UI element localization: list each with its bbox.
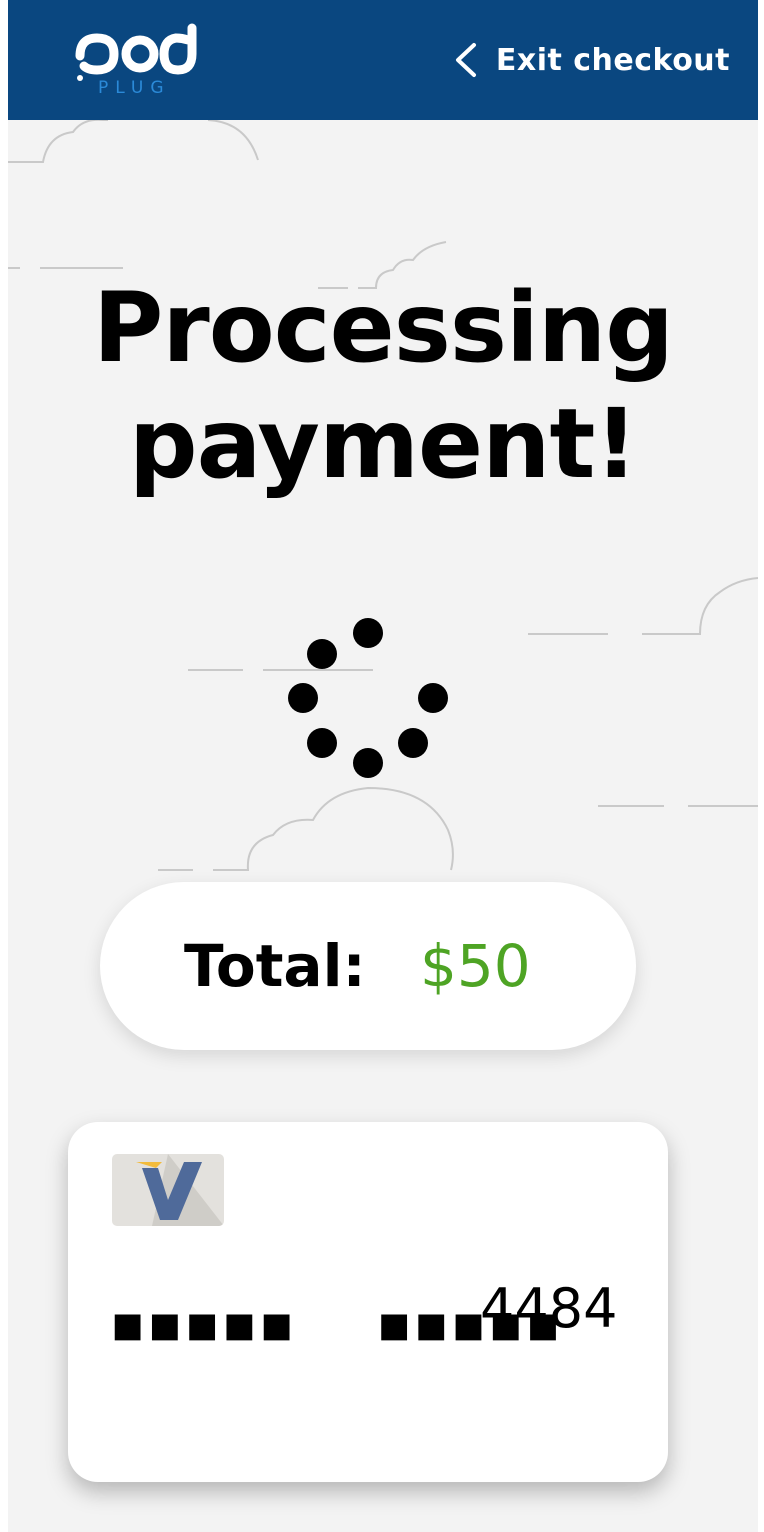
visa-card-icon — [112, 1154, 224, 1226]
total-amount: $50 — [420, 932, 531, 1000]
total-summary: Total: $50 — [100, 882, 636, 1050]
card-last-four: 4484 — [480, 1277, 618, 1340]
masked-digits-group-1: ▪▪▪▪▪ — [110, 1294, 297, 1354]
page-title: Processing payment! — [8, 270, 758, 502]
payment-card: ▪▪▪▪▪ ▪▪▪▪▪ 4484 — [68, 1122, 668, 1482]
page-title-line-1: Processing — [93, 272, 674, 384]
total-label: Total: — [184, 932, 366, 1000]
chevron-left-icon — [455, 43, 476, 77]
loading-spinner-icon — [288, 618, 448, 778]
logo-subtext: PLUG — [98, 78, 171, 98]
app-header: PLUG Exit checkout — [8, 0, 758, 120]
checkout-screen: PLUG Exit checkout Processing payment! T… — [8, 0, 758, 1532]
exit-checkout-button[interactable]: Exit checkout — [452, 36, 730, 84]
exit-checkout-label: Exit checkout — [495, 42, 730, 78]
page-title-line-2: payment! — [128, 388, 638, 500]
